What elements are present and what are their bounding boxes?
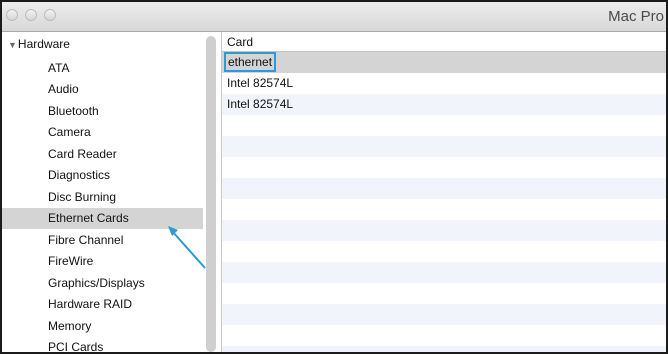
sidebar-item-ethernet-cards[interactable]: Ethernet Cards bbox=[2, 208, 203, 229]
sidebar-group-hardware[interactable]: ▼Hardware bbox=[2, 34, 203, 55]
sidebar-item-camera[interactable]: Camera bbox=[2, 122, 203, 143]
table-row bbox=[222, 199, 666, 220]
disclosure-triangle-icon[interactable]: ▼ bbox=[8, 40, 17, 50]
sidebar: ▼Hardware ATA Audio Bluetooth Camera Car… bbox=[2, 32, 203, 352]
table-row bbox=[222, 220, 666, 241]
table-rows: ethernet Intel 82574L Intel 82574L bbox=[222, 52, 666, 352]
table-row bbox=[222, 136, 666, 157]
sidebar-scrollbar[interactable] bbox=[206, 36, 216, 352]
table-row[interactable]: Intel 82574L bbox=[222, 73, 666, 94]
sidebar-item-diagnostics[interactable]: Diagnostics bbox=[2, 165, 203, 186]
split-view-divider[interactable] bbox=[203, 32, 221, 352]
sidebar-item-fibre-channel[interactable]: Fibre Channel bbox=[2, 230, 203, 251]
table-row[interactable]: Intel 82574L bbox=[222, 94, 666, 115]
table-row bbox=[222, 262, 666, 283]
close-button[interactable] bbox=[6, 9, 18, 21]
sidebar-item-hardware-raid[interactable]: Hardware RAID bbox=[2, 294, 203, 315]
sidebar-item-card-reader[interactable]: Card Reader bbox=[2, 144, 203, 165]
table-row bbox=[222, 178, 666, 199]
table-row bbox=[222, 304, 666, 325]
table-row bbox=[222, 325, 666, 346]
table-row[interactable]: ethernet bbox=[222, 52, 666, 73]
sidebar-item-ata[interactable]: ATA bbox=[2, 58, 203, 79]
sidebar-item-bluetooth[interactable]: Bluetooth bbox=[2, 101, 203, 122]
table-row bbox=[222, 241, 666, 262]
sidebar-item-pci-cards[interactable]: PCI Cards bbox=[2, 337, 203, 352]
window-title: Mac Pro bbox=[608, 8, 664, 25]
table-row bbox=[222, 115, 666, 136]
sidebar-group-label: Hardware bbox=[17, 37, 70, 51]
sidebar-item-graphics-displays[interactable]: Graphics/Displays bbox=[2, 273, 203, 294]
sidebar-item-audio[interactable]: Audio bbox=[2, 79, 203, 100]
sidebar-item-firewire[interactable]: FireWire bbox=[2, 251, 203, 272]
table-row bbox=[222, 157, 666, 178]
sidebar-item-disc-burning[interactable]: Disc Burning bbox=[2, 187, 203, 208]
table-row bbox=[222, 346, 666, 352]
column-header-card[interactable]: Card bbox=[222, 32, 666, 52]
table-row bbox=[222, 283, 666, 304]
card-table: Card ethernet Intel 82574L Intel 82574L bbox=[221, 32, 666, 352]
title-bar: Mac Pro bbox=[2, 2, 666, 32]
highlighted-cell: ethernet bbox=[224, 52, 277, 72]
sidebar-item-memory[interactable]: Memory bbox=[2, 316, 203, 337]
zoom-button[interactable] bbox=[44, 9, 56, 21]
minimize-button[interactable] bbox=[25, 9, 37, 21]
system-information-window: Mac Pro ▼Hardware ATA Audio Bluetooth Ca… bbox=[0, 0, 668, 354]
